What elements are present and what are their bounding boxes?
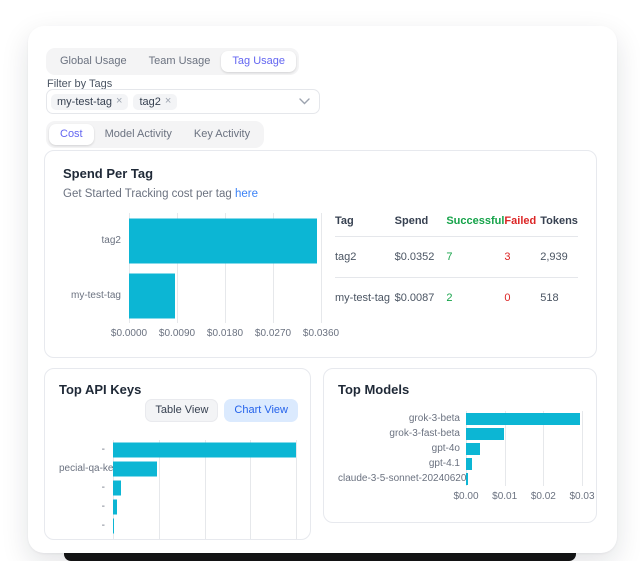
category-label: tag2: [63, 235, 121, 246]
bar-pecial-qa-key: [113, 461, 157, 476]
axis-tick-label: $0.0360: [303, 328, 339, 339]
page-background: Global UsageTeam UsageTag Usage Filter b…: [0, 0, 640, 561]
category-label: grok-3-beta: [338, 413, 460, 424]
cell-failed: 0: [504, 278, 540, 318]
spend-card-title: Spend Per Tag: [63, 166, 578, 181]
selected-tag-chips: my-test-tag × tag2 ×: [51, 94, 177, 110]
remove-tag-icon[interactable]: ×: [116, 96, 122, 107]
chart-row: -: [59, 497, 296, 516]
tab-global-usage[interactable]: Global Usage: [49, 51, 138, 72]
tag-chip-label: tag2: [139, 96, 160, 108]
tab-team-usage[interactable]: Team Usage: [138, 51, 222, 72]
remove-tag-icon[interactable]: ×: [165, 96, 171, 107]
bar-my-test-tag: [129, 273, 175, 318]
tab-cost[interactable]: Cost: [49, 124, 94, 145]
tab-model-activity[interactable]: Model Activity: [94, 124, 183, 145]
chart-row: -: [59, 516, 296, 535]
spend-per-tag-card: Spend Per Tag Get Started Tracking cost …: [44, 150, 597, 358]
bar-gpt-4-1: [466, 458, 472, 470]
chart-row: grok-3-fast-beta: [338, 426, 582, 441]
category-label: gpt-4o: [338, 443, 460, 454]
top-api-keys-card: Top API Keys Table View Chart View - peci…: [44, 368, 311, 540]
cell-tag: tag2: [335, 237, 395, 277]
tag-chip-tag2[interactable]: tag2 ×: [133, 94, 177, 110]
category-label: gpt-4.1: [338, 458, 460, 469]
chart-row: gpt-4.1: [338, 456, 582, 471]
axis-tick-label: $0.00: [453, 491, 478, 502]
category-label: -: [59, 501, 105, 512]
cell-tokens: 2,939: [540, 237, 578, 277]
usage-scope-tabs: Global UsageTeam UsageTag Usage: [46, 48, 299, 75]
category-label: grok-3-fast-beta: [338, 428, 460, 439]
gridline: [296, 440, 297, 540]
tab-key-activity[interactable]: Key Activity: [183, 124, 261, 145]
spend-table: TagSpendSuccessfulFailedTokens tag2$0.035…: [335, 213, 578, 341]
subtitle-text: Get Started Tracking cost per tag: [63, 188, 232, 200]
bar-grok-3-beta: [466, 413, 580, 425]
models-card-title: Top Models: [338, 382, 582, 397]
spend-card-subtitle: Get Started Tracking cost per tag here: [63, 188, 578, 200]
axis-tick-label: $0.03: [569, 491, 594, 502]
category-label: claude-3-5-sonnet-20240620: [338, 473, 460, 484]
chart-row: tag2: [63, 213, 321, 268]
cell-successful: 7: [446, 237, 504, 277]
chart-row: my-test-tag: [63, 268, 321, 323]
cell-spend: $0.0087: [395, 278, 447, 318]
axis-tick-label: $0.0180: [207, 328, 243, 339]
col-header-tag: Tag: [335, 213, 395, 236]
category-label: pecial-qa-key: [59, 463, 105, 474]
axis-tick-label: $0.0000: [111, 328, 147, 339]
axis-tick-label: $0.02: [531, 491, 556, 502]
tab-tag-usage[interactable]: Tag Usage: [221, 51, 296, 72]
axis-tick-label: $0.0270: [255, 328, 291, 339]
col-header-failed: Failed: [504, 213, 540, 236]
gridline: [321, 213, 322, 323]
spend-card-content: tag2my-test-tag$0.0000$0.0090$0.0180$0.0…: [63, 213, 578, 341]
top-api-keys-chart: - pecial-qa-key - - -: [59, 440, 296, 535]
bar-dash: [113, 499, 117, 514]
col-header-spend: Spend: [395, 213, 447, 236]
chart-row: claude-3-5-sonnet-20240620: [338, 471, 582, 486]
chart-row: -: [59, 440, 296, 459]
chart-row: pecial-qa-key: [59, 459, 296, 478]
chart-view-button[interactable]: Chart View: [224, 399, 298, 422]
table-view-button[interactable]: Table View: [145, 399, 218, 422]
top-models-card: Top Models grok-3-beta grok-3-fast-beta gp…: [323, 368, 597, 523]
tag-chip-label: my-test-tag: [57, 96, 112, 108]
chart-row: gpt-4o: [338, 441, 582, 456]
bar-claude-3-5-sonnet-20240620: [466, 473, 468, 485]
col-header-successful: Successful: [446, 213, 504, 236]
chevron-down-icon[interactable]: [299, 98, 310, 105]
bar-dash: [113, 442, 296, 457]
chart-row: grok-3-beta: [338, 411, 582, 426]
view-toggle: Table View Chart View: [145, 399, 298, 422]
bar-dash: [113, 518, 114, 533]
view-tabs: CostModel ActivityKey Activity: [46, 121, 264, 148]
cell-tokens: 518: [540, 278, 578, 318]
col-header-tokens: Tokens: [540, 213, 578, 236]
tag-filter-select[interactable]: my-test-tag × tag2 ×: [46, 89, 320, 114]
tag-chip-my-test-tag[interactable]: my-test-tag ×: [51, 94, 128, 110]
api-keys-card-title: Top API Keys: [59, 382, 296, 397]
cell-failed: 3: [504, 237, 540, 277]
bar-dash: [113, 480, 121, 495]
chart-row: -: [59, 478, 296, 497]
cell-successful: 2: [446, 278, 504, 318]
app-window: Global UsageTeam UsageTag Usage Filter b…: [28, 26, 617, 553]
cell-spend: $0.0352: [395, 237, 447, 277]
category-label: -: [59, 520, 105, 531]
here-link[interactable]: here: [235, 188, 258, 200]
category-label: -: [59, 482, 105, 493]
axis-tick-label: $0.0090: [159, 328, 195, 339]
category-label: -: [59, 444, 105, 455]
gridline: [582, 411, 583, 486]
category-label: my-test-tag: [63, 290, 121, 301]
axis-tick-label: $0.01: [492, 491, 517, 502]
cell-tag: my-test-tag: [335, 278, 395, 318]
top-models-chart: grok-3-beta grok-3-fast-beta gpt-4o gpt-4.1…: [338, 411, 582, 504]
spend-per-tag-chart: tag2 my-test-tag $0.0000 $0.0090 $0.0180 $0.0…: [63, 213, 321, 341]
bar-tag2: [129, 218, 317, 263]
bar-grok-3-fast-beta: [466, 428, 504, 440]
bar-gpt-4o: [466, 443, 480, 455]
